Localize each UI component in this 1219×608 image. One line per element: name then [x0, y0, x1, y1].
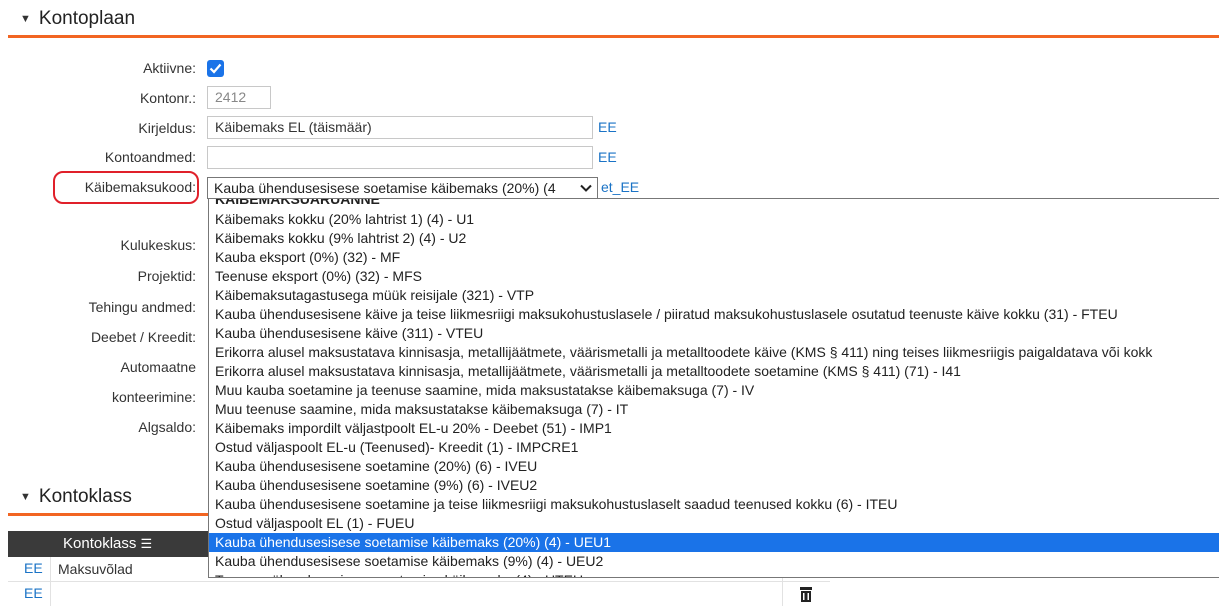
kirjeldus-lang-link[interactable]: EE: [598, 119, 617, 135]
dropdown-option[interactable]: Kauba ühendusesisene käive ja teise liik…: [209, 305, 1219, 324]
dropdown-option[interactable]: Erikorra alusel maksustatava kinnisasja,…: [209, 362, 1219, 381]
collapse-triangle-icon: ▼: [20, 491, 31, 503]
kaibemaksukood-lang-link[interactable]: et_EE: [601, 179, 639, 195]
column-header-kontoklass[interactable]: Kontoklass ☰: [63, 531, 152, 557]
section-divider: [8, 35, 1219, 38]
dropdown-option[interactable]: Kauba ühendusesisese soetamise käibemaks…: [209, 552, 1219, 571]
dropdown-option[interactable]: Muu kauba soetamine ja teenuse saamine, …: [209, 381, 1219, 400]
kaibemaksukood-dropdown[interactable]: KÄIBEMAKSUARUANNE Käibemaks kokku (20% l…: [208, 198, 1219, 578]
kontoklass-header[interactable]: ▼ Kontoklass: [20, 486, 132, 508]
kulukeskus-label: Kulukeskus:: [120, 237, 196, 253]
dropdown-option[interactable]: Erikorra alusel maksustatava kinnisasja,…: [209, 343, 1219, 362]
kontonr-field[interactable]: 2412: [207, 86, 271, 109]
dropdown-option[interactable]: Kauba ühendusesisene käive (311) - VTEU: [209, 324, 1219, 343]
dropdown-option[interactable]: Kauba ühendusesisene soetamine ja teise …: [209, 495, 1219, 514]
dropdown-option[interactable]: Kauba ühendusesisene soetamine (20%) (6)…: [209, 457, 1219, 476]
dropdown-option[interactable]: Teenuse eksport (0%) (32) - MFS: [209, 267, 1219, 286]
aktiivne-label: Aktiivne:: [143, 60, 196, 76]
section-title: Kontoplaan: [38, 8, 136, 29]
konteerimine-label: konteerimine:: [111, 389, 196, 405]
kontoandmed-label: Kontoandmed:: [104, 149, 196, 165]
selected-value: Kauba ühendusesisese soetamise käibemaks…: [214, 180, 556, 196]
kaibemaksukood-label: Käibemaksukood:: [84, 179, 196, 195]
projektid-label: Projektid:: [137, 268, 196, 284]
dropdown-option[interactable]: Teenuse ühendusesisese soetamise käibema…: [209, 571, 1219, 577]
collapse-triangle-icon: ▼: [20, 13, 31, 25]
option-group-label: KÄIBEMAKSUARUANNE: [215, 199, 380, 207]
kirjeldus-field[interactable]: Käibemaks EL (täismäär): [207, 116, 593, 139]
row-lang-link[interactable]: EE: [24, 560, 43, 576]
kaibemaksukood-select[interactable]: Kauba ühendusesisese soetamise käibemaks…: [207, 177, 598, 199]
checkmark-icon: [209, 63, 222, 74]
row-value: Maksuvõlad: [58, 561, 133, 577]
dropdown-option[interactable]: Käibemaks kokku (9% lahtrist 2) (4) - U2: [209, 229, 1219, 248]
dropdown-option[interactable]: Käibemaks impordilt väljastpoolt EL-u 20…: [209, 419, 1219, 438]
algsaldo-label: Algsaldo:: [138, 419, 196, 435]
kontoplaan-header[interactable]: ▼ Kontoplaan: [20, 8, 135, 30]
dropdown-option[interactable]: Kauba ühendusesisene soetamine (9%) (6) …: [209, 476, 1219, 495]
dropdown-option[interactable]: Kauba ühendusesisese soetamise käibemaks…: [209, 533, 1219, 552]
chevron-down-icon: [578, 180, 594, 196]
aktiivne-checkbox[interactable]: [207, 60, 224, 77]
dropdown-option[interactable]: Käibemaks kokku (20% lahtrist 1) (4) - U…: [209, 210, 1219, 229]
kontoandmed-lang-link[interactable]: EE: [598, 149, 617, 165]
section-title: Kontoklass: [38, 486, 132, 507]
dropdown-option[interactable]: Kauba eksport (0%) (32) - MF: [209, 248, 1219, 267]
automaatne-label: Automaatne: [120, 359, 197, 375]
table-row: EE: [8, 582, 830, 606]
kontoandmed-field[interactable]: [207, 146, 593, 169]
kontonr-label: Kontonr.:: [139, 90, 196, 106]
list-icon: ☰: [140, 536, 153, 551]
deebet-kreedit-label: Deebet / Kreedit:: [90, 329, 196, 345]
dropdown-option[interactable]: Ostud väljaspoolt EL-u (Teenused)- Kreed…: [209, 438, 1219, 457]
kirjeldus-label: Kirjeldus:: [138, 120, 196, 136]
dropdown-option[interactable]: Käibemaksutagastusega müük reisijale (32…: [209, 286, 1219, 305]
row-lang-link[interactable]: EE: [24, 585, 43, 601]
dropdown-option[interactable]: Ostud väljaspoolt EL (1) - FUEU: [209, 514, 1219, 533]
tehingu-andmed-label: Tehingu andmed:: [88, 299, 196, 315]
dropdown-option[interactable]: Muu teenuse saamine, mida maksustatakse …: [209, 400, 1219, 419]
